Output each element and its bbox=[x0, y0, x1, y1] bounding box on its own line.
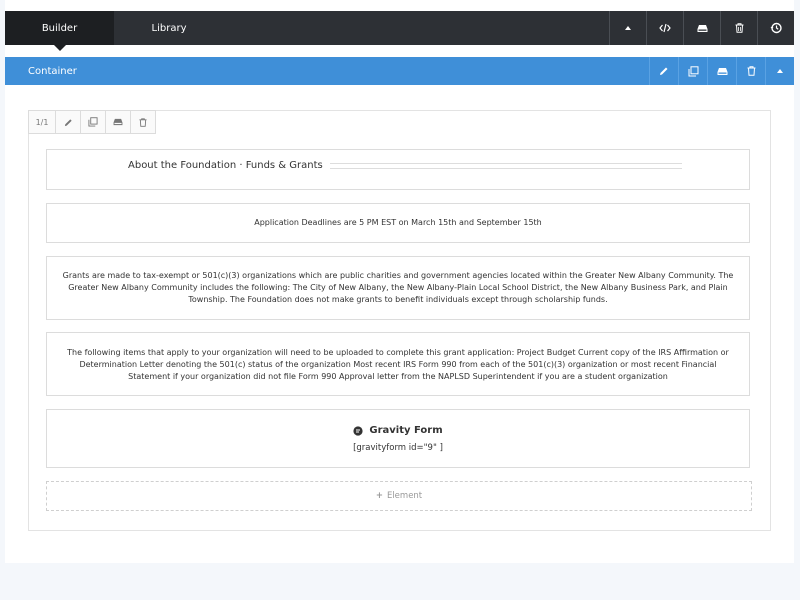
caret-up-icon bbox=[625, 26, 631, 30]
delete-button[interactable] bbox=[720, 11, 757, 45]
tab-builder[interactable]: Builder bbox=[5, 11, 114, 51]
column-edit-button[interactable] bbox=[56, 111, 81, 133]
collapse-button[interactable] bbox=[609, 11, 646, 45]
save-template-icon bbox=[113, 118, 123, 126]
column-duplicate-button[interactable] bbox=[81, 111, 106, 133]
container-save-button[interactable] bbox=[707, 57, 736, 85]
container-collapse-button[interactable] bbox=[765, 57, 794, 85]
container-title: Container bbox=[28, 65, 77, 77]
requirements-text: The following items that apply to your o… bbox=[67, 348, 729, 381]
history-icon bbox=[770, 22, 782, 34]
duplicate-icon bbox=[88, 117, 98, 127]
text-element-eligibility[interactable]: Grants are made to tax-exempt or 501(c)(… bbox=[46, 256, 750, 320]
builder-toolbar: Builder Library bbox=[5, 11, 794, 51]
history-button[interactable] bbox=[757, 11, 794, 45]
heading-separator bbox=[329, 162, 682, 169]
heading-text: About the Foundation · Funds & Grants bbox=[128, 160, 323, 171]
code-icon bbox=[659, 23, 671, 33]
pencil-icon bbox=[64, 118, 72, 126]
heading-element[interactable]: About the Foundation · Funds & Grants bbox=[46, 149, 750, 190]
container-duplicate-button[interactable] bbox=[678, 57, 707, 85]
column-size-label[interactable]: 1/1 bbox=[29, 111, 56, 133]
caret-up-icon bbox=[777, 69, 783, 73]
eligibility-text: Grants are made to tax-exempt or 501(c)(… bbox=[62, 271, 734, 304]
column-delete-button[interactable] bbox=[131, 111, 155, 133]
add-element-button[interactable]: + Element bbox=[46, 481, 752, 511]
gravity-form-title: Gravity Form bbox=[369, 425, 443, 436]
container-edit-button[interactable] bbox=[649, 57, 678, 85]
add-element-label: Element bbox=[386, 491, 423, 501]
gravity-form-shortcode: [gravityform id="9" ] bbox=[353, 443, 443, 453]
gravity-form-icon bbox=[353, 425, 363, 436]
column-save-button[interactable] bbox=[106, 111, 131, 133]
code-button[interactable] bbox=[646, 11, 683, 45]
container-bar[interactable]: Container bbox=[5, 57, 794, 85]
trash-icon bbox=[735, 23, 743, 33]
deadline-text: Application Deadlines are 5 PM EST on Ma… bbox=[254, 218, 542, 227]
pencil-icon bbox=[660, 67, 668, 75]
save-template-button[interactable] bbox=[683, 11, 720, 45]
save-template-icon bbox=[697, 24, 707, 32]
text-element-deadline[interactable]: Application Deadlines are 5 PM EST on Ma… bbox=[46, 203, 750, 243]
tab-library[interactable]: Library bbox=[114, 11, 224, 45]
container-delete-button[interactable] bbox=[736, 57, 765, 85]
text-element-requirements[interactable]: The following items that apply to your o… bbox=[46, 332, 750, 396]
save-template-icon bbox=[717, 67, 727, 75]
gravity-form-element[interactable]: Gravity Form [gravityform id="9" ] bbox=[46, 409, 750, 468]
duplicate-icon bbox=[688, 65, 698, 76]
column-toolbar: 1/1 bbox=[28, 110, 156, 134]
plus-icon: + bbox=[375, 491, 383, 501]
trash-icon bbox=[139, 117, 147, 127]
trash-icon bbox=[747, 66, 755, 76]
